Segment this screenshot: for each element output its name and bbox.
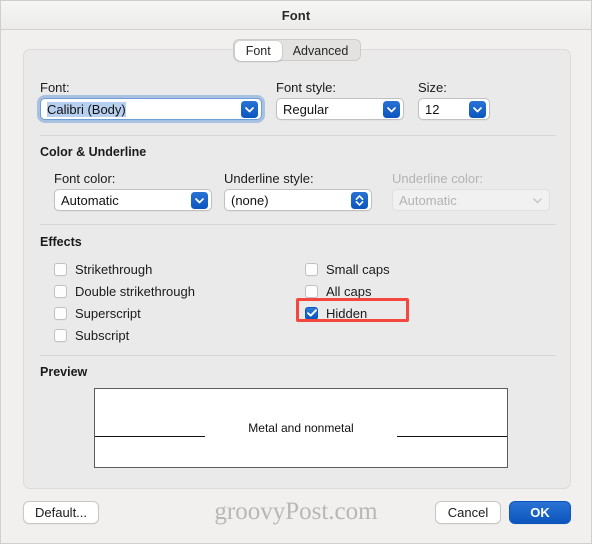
tab-group: Font Advanced	[232, 39, 362, 61]
checkbox-box[interactable]	[54, 306, 67, 320]
tab-bar: Font Advanced	[1, 39, 591, 61]
chevron-down-icon[interactable]	[191, 191, 208, 209]
divider-font	[40, 135, 556, 136]
font-dialog-window: Font Font Advanced Font: Calibri (Body) …	[0, 0, 592, 544]
checkbox-label: Small caps	[326, 261, 390, 277]
chevron-down-icon[interactable]	[383, 100, 400, 118]
preview-box: Metal and nonmetal	[94, 388, 508, 468]
checkbox-strikethrough[interactable]: Strikethrough	[54, 261, 152, 277]
tab-font[interactable]: Font	[234, 41, 282, 61]
underline-color-popup: Automatic	[392, 189, 550, 211]
window-title: Font	[281, 7, 311, 23]
checkbox-double-strikethrough[interactable]: Double strikethrough	[54, 283, 195, 299]
checkbox-box[interactable]	[54, 328, 67, 342]
preview-content: Metal and nonmetal	[95, 389, 507, 467]
chevron-down-icon[interactable]	[241, 100, 258, 118]
font-style-value: Regular	[283, 101, 329, 117]
underline-color-value: Automatic	[399, 192, 457, 208]
color-underline-title: Color & Underline	[40, 145, 147, 159]
checkbox-box[interactable]	[305, 284, 318, 298]
checkbox-hidden[interactable]: Hidden	[305, 305, 367, 321]
underline-style-popup[interactable]: (none)	[224, 189, 372, 211]
chevron-up-down-icon[interactable]	[351, 191, 368, 209]
preview-sample-text: Metal and nonmetal	[248, 421, 354, 435]
effects-title: Effects	[40, 235, 82, 249]
font-label: Font:	[40, 80, 70, 95]
font-color-label: Font color:	[54, 171, 116, 186]
ok-button[interactable]: OK	[509, 501, 571, 524]
font-combobox[interactable]: Calibri (Body)	[40, 98, 262, 120]
preview-rule-left	[95, 436, 205, 437]
checkbox-box[interactable]	[305, 306, 318, 320]
checkbox-subscript[interactable]: Subscript	[54, 327, 129, 343]
checkbox-box[interactable]	[54, 284, 67, 298]
checkbox-label: Strikethrough	[75, 261, 153, 277]
size-label: Size:	[418, 80, 447, 95]
checkbox-all-caps[interactable]: All caps	[305, 283, 372, 299]
divider-effects	[40, 355, 556, 356]
font-style-combobox[interactable]: Regular	[276, 98, 404, 120]
checkbox-box[interactable]	[305, 262, 318, 276]
tab-advanced[interactable]: Advanced	[282, 41, 360, 61]
checkbox-label: Superscript	[75, 305, 141, 321]
underline-style-value: (none)	[231, 192, 269, 208]
divider-color	[40, 224, 556, 225]
checkbox-label: Subscript	[75, 327, 130, 343]
preview-rule-right	[397, 436, 507, 437]
checkbox-small-caps[interactable]: Small caps	[305, 261, 390, 277]
cancel-button[interactable]: Cancel	[435, 501, 501, 524]
checkbox-box[interactable]	[54, 262, 67, 276]
checkbox-label: Double strikethrough	[75, 283, 195, 299]
preview-title: Preview	[40, 365, 88, 379]
settings-panel: Font: Calibri (Body) Font style: Regular…	[23, 49, 571, 489]
underline-color-label: Underline color:	[392, 171, 484, 186]
watermark: groovyPost.com	[214, 498, 378, 525]
font-color-popup[interactable]: Automatic	[54, 189, 212, 211]
chevron-down-icon	[529, 197, 545, 204]
checkbox-label: All caps	[326, 283, 372, 299]
titlebar: Font	[1, 1, 591, 30]
size-combobox[interactable]: 12	[418, 98, 490, 120]
size-value: 12	[425, 101, 440, 117]
font-combobox-value: Calibri (Body)	[47, 101, 126, 117]
checkbox-label: Hidden	[326, 305, 368, 321]
font-style-label: Font style:	[276, 80, 336, 95]
font-color-value: Automatic	[61, 192, 119, 208]
chevron-down-icon[interactable]	[469, 100, 486, 118]
underline-style-label: Underline style:	[224, 171, 314, 186]
checkbox-superscript[interactable]: Superscript	[54, 305, 141, 321]
